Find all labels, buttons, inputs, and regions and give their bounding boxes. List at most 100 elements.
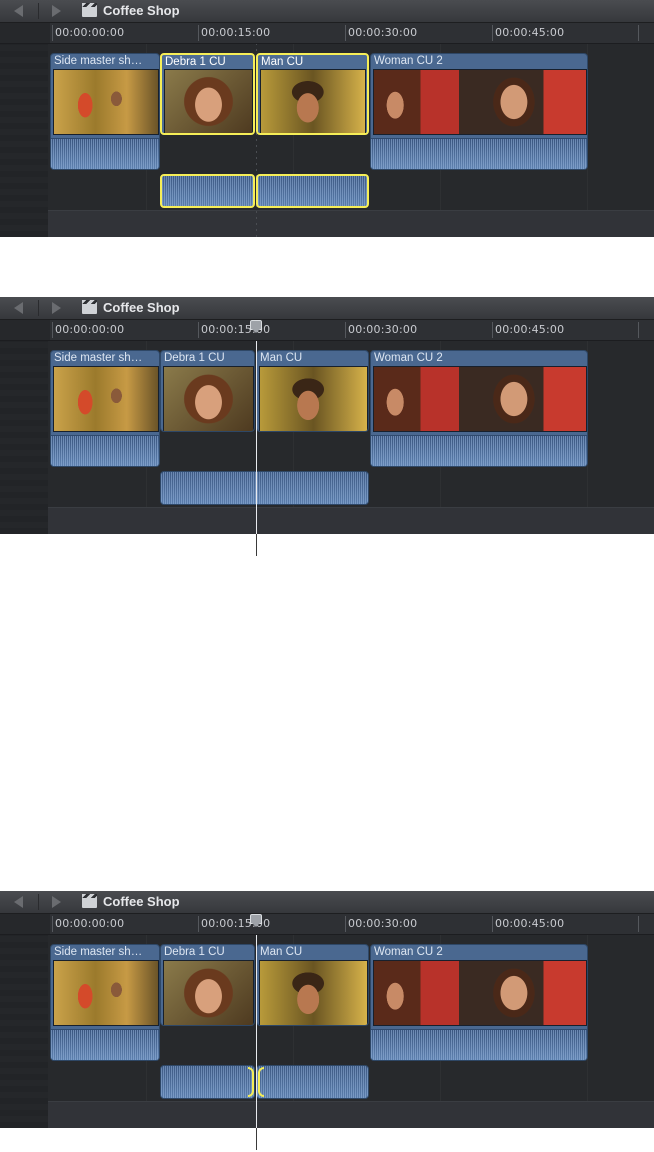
clip-thumbnail xyxy=(259,960,368,1025)
clip-thumbnail xyxy=(373,69,587,135)
back-arrow-icon[interactable] xyxy=(14,5,23,17)
clapper-icon xyxy=(82,894,97,908)
ruler-tick xyxy=(492,322,493,338)
clip-label: Woman CU 2 xyxy=(374,55,443,67)
clapper-icon xyxy=(82,300,97,314)
nav-divider xyxy=(38,300,39,316)
ruler-tick xyxy=(52,322,53,338)
clip-woman-cu-2[interactable]: Woman CU 2 xyxy=(370,350,588,467)
ruler-tick xyxy=(345,916,346,932)
timeline-tracks[interactable]: Side master sh… Debra 1 CU Man CU Woman … xyxy=(0,341,654,534)
ruler-gutter xyxy=(0,23,50,43)
playhead-icon[interactable] xyxy=(250,320,262,333)
clip-waveform xyxy=(371,138,587,169)
clip-waveform xyxy=(51,138,159,169)
empty-track xyxy=(48,507,654,534)
back-arrow-icon[interactable] xyxy=(14,302,23,314)
ruler-label: 00:00:15:00 xyxy=(201,26,271,39)
playhead-line xyxy=(256,935,257,1128)
clip-man-cu[interactable]: Man CU xyxy=(256,350,369,432)
nav-divider xyxy=(38,894,39,910)
ruler-label: 00:00:30:00 xyxy=(348,917,418,930)
clip-label: Debra 1 CU xyxy=(165,56,226,68)
clip-label: Debra 1 CU xyxy=(164,946,225,958)
callout-line xyxy=(256,534,257,556)
ruler-label: 00:00:45:00 xyxy=(495,917,565,930)
timeline-header: Coffee Shop xyxy=(0,297,654,320)
clip-label: Side master sh… xyxy=(54,352,143,364)
ruler-label: 00:00:00:00 xyxy=(55,26,125,39)
ruler-tick xyxy=(492,916,493,932)
timecode-ruler[interactable]: 00:00:00:00 00:00:15:00 00:00:30:00 00:0… xyxy=(0,914,654,935)
clip-label: Woman CU 2 xyxy=(374,946,443,958)
connected-audio-clip-left[interactable] xyxy=(160,174,255,208)
track-gutter xyxy=(0,44,48,237)
timecode-ruler[interactable]: 00:00:00:00 00:00:15:00 00:00:30:00 00:0… xyxy=(0,320,654,341)
clip-thumbnail xyxy=(163,960,254,1025)
clip-thumbnail xyxy=(164,69,253,133)
edit-point-left-bracket[interactable] xyxy=(248,1067,254,1097)
ruler-tick xyxy=(345,322,346,338)
edit-point-right-bracket[interactable] xyxy=(258,1067,264,1097)
clip-debra-1-cu[interactable]: Debra 1 CU xyxy=(160,350,255,432)
clapper-icon xyxy=(82,3,97,17)
ruler-tick xyxy=(198,916,199,932)
forward-arrow-icon[interactable] xyxy=(52,5,61,17)
clip-woman-cu-2[interactable]: Woman CU 2 xyxy=(370,944,588,1061)
ruler-tick xyxy=(638,25,639,41)
timeline-panel-3: Coffee Shop 00:00:00:00 00:00:15:00 00:0… xyxy=(0,891,654,1128)
forward-arrow-icon[interactable] xyxy=(52,302,61,314)
ruler-label: 00:00:45:00 xyxy=(495,323,565,336)
clip-woman-cu-2[interactable]: Woman CU 2 xyxy=(370,53,588,170)
clip-man-cu[interactable]: Man CU xyxy=(256,944,369,1026)
clip-label: Debra 1 CU xyxy=(164,352,225,364)
ruler-label: 00:00:00:00 xyxy=(55,917,125,930)
timecode-ruler[interactable]: 00:00:00:00 00:00:15:00 00:00:30:00 00:0… xyxy=(0,23,654,44)
nav-divider xyxy=(38,3,39,19)
clip-label: Side master sh… xyxy=(54,946,143,958)
clip-thumbnail xyxy=(163,366,254,431)
timeline-panel-2: Coffee Shop 00:00:00:00 00:00:15:00 00:0… xyxy=(0,297,654,534)
clip-waveform xyxy=(371,435,587,466)
clip-side-master[interactable]: Side master sh… xyxy=(50,944,160,1061)
clip-label: Man CU xyxy=(261,56,304,68)
project-title: Coffee Shop xyxy=(103,300,180,315)
track-gutter xyxy=(0,341,48,534)
playhead-icon[interactable] xyxy=(250,914,262,927)
back-arrow-icon[interactable] xyxy=(14,896,23,908)
clip-debra-1-cu[interactable]: Debra 1 CU xyxy=(160,944,255,1026)
ruler-gutter xyxy=(0,320,50,340)
clip-thumbnail xyxy=(373,960,587,1026)
clip-side-master[interactable]: Side master sh… xyxy=(50,53,160,170)
ruler-tick xyxy=(638,916,639,932)
clip-thumbnail xyxy=(53,366,159,432)
clip-thumbnail xyxy=(260,69,366,133)
ruler-label: 00:00:30:00 xyxy=(348,26,418,39)
timeline-header: Coffee Shop xyxy=(0,0,654,23)
clip-thumbnail xyxy=(53,69,159,135)
clip-debra-1-cu[interactable]: Debra 1 CU xyxy=(160,53,255,135)
connected-audio-clip-right[interactable] xyxy=(256,1065,369,1099)
timeline-tracks[interactable]: Side master sh… Debra 1 CU Man CU Woman … xyxy=(0,44,654,237)
clip-side-master[interactable]: Side master sh… xyxy=(50,350,160,467)
connected-audio-clip-left[interactable] xyxy=(160,1065,255,1099)
playhead-line xyxy=(256,341,257,534)
clip-waveform xyxy=(371,1029,587,1060)
clip-thumbnail xyxy=(53,960,159,1026)
track-gutter xyxy=(0,935,48,1128)
ruler-label: 00:00:00:00 xyxy=(55,323,125,336)
ruler-tick xyxy=(198,25,199,41)
clip-label: Woman CU 2 xyxy=(374,352,443,364)
ruler-tick xyxy=(198,322,199,338)
timeline-header: Coffee Shop xyxy=(0,891,654,914)
timeline-tracks[interactable]: Side master sh… Debra 1 CU Man CU Woman … xyxy=(0,935,654,1128)
connected-audio-clip-right[interactable] xyxy=(256,174,369,208)
project-title: Coffee Shop xyxy=(103,3,180,18)
clip-man-cu[interactable]: Man CU xyxy=(256,53,369,135)
ruler-tick xyxy=(638,322,639,338)
ruler-tick xyxy=(52,25,53,41)
ruler-label: 00:00:45:00 xyxy=(495,26,565,39)
connected-audio-clip-joined[interactable] xyxy=(160,471,369,505)
forward-arrow-icon[interactable] xyxy=(52,896,61,908)
timeline-panel-1: Coffee Shop 00:00:00:00 00:00:15:00 00:0… xyxy=(0,0,654,237)
